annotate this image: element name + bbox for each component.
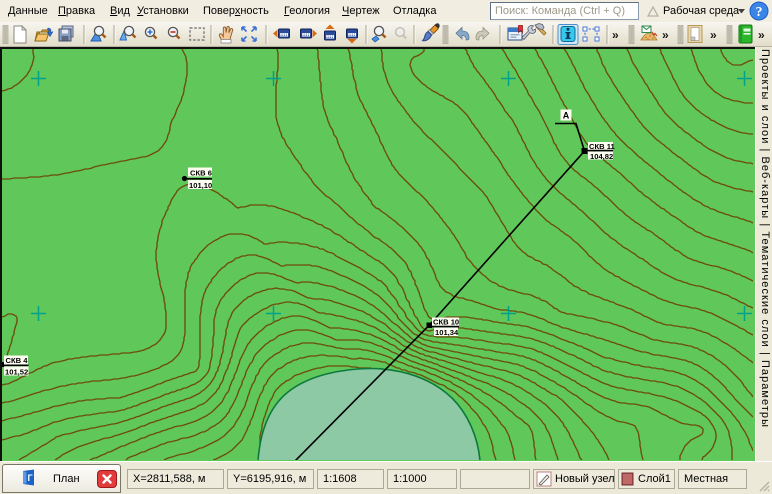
svg-text:»: » — [758, 28, 765, 42]
svg-text:»: » — [710, 28, 717, 42]
svg-text:Г: Г — [27, 473, 32, 483]
svg-text:А: А — [563, 111, 570, 121]
svg-text:СКВ 4: СКВ 4 — [6, 356, 29, 365]
svg-text:101,34: 101,34 — [435, 328, 459, 337]
svg-text:101,52: 101,52 — [5, 368, 28, 377]
svg-text:?: ? — [756, 5, 763, 20]
svg-text:»: » — [662, 28, 669, 42]
svg-text:СКВ 6: СКВ 6 — [190, 169, 212, 178]
svg-text:СКВ 10: СКВ 10 — [433, 318, 459, 327]
svg-text:СКВ 11: СКВ 11 — [589, 142, 616, 151]
svg-text:104,82: 104,82 — [590, 152, 613, 161]
svg-text:101,10: 101,10 — [189, 181, 212, 190]
svg-text:»: » — [612, 28, 619, 42]
